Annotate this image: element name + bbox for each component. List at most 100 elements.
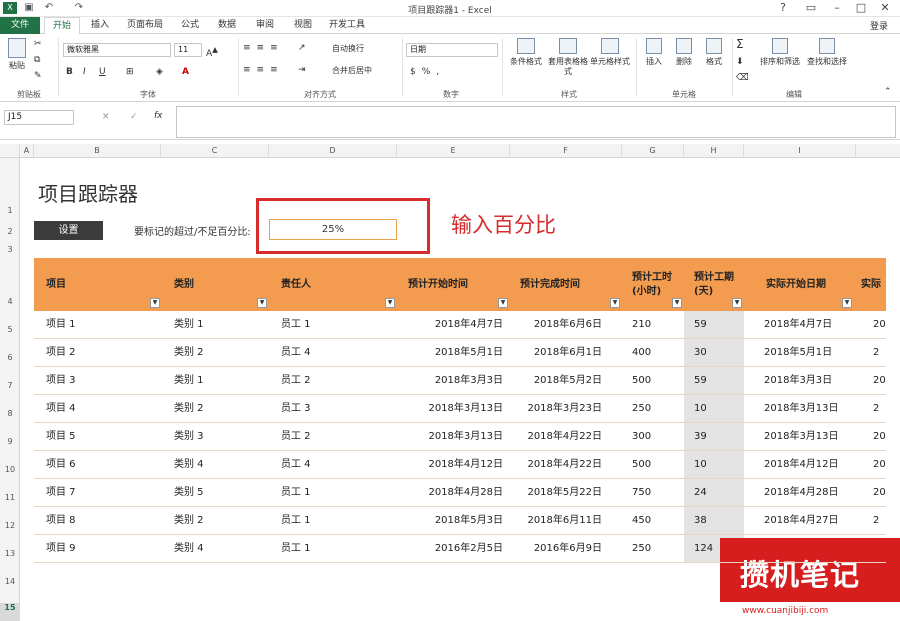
merge-center-button[interactable]: 合并后居中 xyxy=(332,66,372,76)
table-cell[interactable]: 2016年6月9日 xyxy=(502,535,602,563)
table-cell[interactable]: 2018年6月1日 xyxy=(502,339,602,367)
fill-icon[interactable]: ⬇ xyxy=(736,56,744,68)
table-cell[interactable]: 250 xyxy=(632,535,651,563)
row-header[interactable]: 13 xyxy=(0,549,20,558)
row-header[interactable]: 12 xyxy=(0,521,20,530)
wrap-text-button[interactable]: 自动换行 xyxy=(332,44,364,54)
filter-dropdown-icon[interactable]: ▼ xyxy=(257,298,267,308)
table-cell[interactable]: 2018年4月7日 xyxy=(403,311,503,339)
table-cell[interactable]: 员工 2 xyxy=(281,367,311,395)
table-cell[interactable]: 员工 1 xyxy=(281,479,311,507)
tab-data[interactable]: 数据 xyxy=(210,17,244,34)
table-cell[interactable]: 20 xyxy=(873,367,886,395)
vertical-align-icons[interactable]: ≡≡≡ xyxy=(243,42,284,54)
underline-button[interactable]: U xyxy=(99,66,106,78)
tab-developer[interactable]: 开发工具 xyxy=(324,17,370,34)
table-cell[interactable]: 59 xyxy=(694,367,707,395)
column-header-f[interactable]: F xyxy=(510,144,622,158)
close-icon[interactable]: ✕ xyxy=(872,0,898,17)
table-cell[interactable]: 类别 1 xyxy=(174,311,204,339)
table-cell[interactable]: 400 xyxy=(632,339,651,367)
column-header-d[interactable]: D xyxy=(269,144,397,158)
tab-page-layout[interactable]: 页面布局 xyxy=(120,17,170,34)
copy-icon[interactable]: ⧉ xyxy=(34,54,40,66)
name-box[interactable]: J15 xyxy=(4,110,74,125)
maximize-icon[interactable]: □ xyxy=(848,0,874,17)
filter-dropdown-icon[interactable]: ▼ xyxy=(385,298,395,308)
table-cell[interactable]: 员工 3 xyxy=(281,395,311,423)
table-cell[interactable]: 项目 6 xyxy=(46,451,76,479)
table-cell[interactable]: 2018年3月13日 xyxy=(764,423,839,451)
insert-cells-button[interactable]: 插入 xyxy=(640,38,668,67)
column-header-b[interactable]: B xyxy=(34,144,161,158)
tab-formulas[interactable]: 公式 xyxy=(174,17,206,34)
table-cell[interactable]: 2018年4月27日 xyxy=(764,507,839,535)
table-cell[interactable]: 2018年4月28日 xyxy=(764,479,839,507)
table-cell[interactable]: 2018年3月13日 xyxy=(403,395,503,423)
table-cell[interactable]: 2018年4月22日 xyxy=(502,423,602,451)
row-header[interactable]: 11 xyxy=(0,493,20,502)
table-cell[interactable]: 2 xyxy=(873,395,879,423)
table-cell[interactable]: 项目 5 xyxy=(46,423,76,451)
table-cell[interactable]: 2018年4月7日 xyxy=(764,311,832,339)
delete-cells-button[interactable]: 删除 xyxy=(670,38,698,67)
table-cell[interactable]: 2018年4月12日 xyxy=(403,451,503,479)
table-cell[interactable]: 2018年5月3日 xyxy=(403,507,503,535)
font-name-select[interactable]: 微软雅黑 xyxy=(63,43,171,57)
collapse-ribbon-icon[interactable]: ⌃ xyxy=(884,86,892,98)
table-cell[interactable]: 124 xyxy=(694,535,713,563)
cut-icon[interactable]: ✂ xyxy=(34,38,42,50)
grow-font-icon[interactable]: A▲ xyxy=(206,44,218,60)
table-cell[interactable]: 2018年6月6日 xyxy=(502,311,602,339)
tab-home[interactable]: 开始 xyxy=(44,17,80,35)
table-cell[interactable]: 项目 8 xyxy=(46,507,76,535)
row-header[interactable]: 6 xyxy=(0,353,20,362)
select-all-corner[interactable] xyxy=(0,144,20,158)
paste-button[interactable]: 粘贴 xyxy=(4,38,30,71)
column-header-c[interactable]: C xyxy=(161,144,269,158)
table-cell[interactable]: 24 xyxy=(694,479,707,507)
filter-dropdown-icon[interactable]: ▼ xyxy=(672,298,682,308)
table-cell[interactable]: 2018年4月12日 xyxy=(764,451,839,479)
conditional-format-button[interactable]: 条件格式 xyxy=(506,38,546,67)
row-header[interactable]: 4 xyxy=(0,297,20,306)
settings-button[interactable]: 设置 xyxy=(34,221,103,240)
table-cell[interactable]: 员工 4 xyxy=(281,339,311,367)
table-cell[interactable]: 类别 3 xyxy=(174,423,204,451)
ribbon-display-icon[interactable]: ▭ xyxy=(798,0,824,17)
table-cell[interactable]: 20 xyxy=(873,451,886,479)
autosum-icon[interactable]: Σ xyxy=(736,38,744,50)
table-cell[interactable]: 2018年3月3日 xyxy=(764,367,832,395)
find-select-button[interactable]: 查找和选择 xyxy=(804,38,850,67)
font-size-select[interactable]: 11 xyxy=(174,43,202,57)
table-cell[interactable]: 项目 1 xyxy=(46,311,76,339)
table-cell[interactable]: 2018年5月2日 xyxy=(502,367,602,395)
format-painter-icon[interactable]: ✎ xyxy=(34,70,42,82)
horizontal-align-icons[interactable]: ≡≡≡ xyxy=(243,64,284,76)
table-cell[interactable]: 38 xyxy=(694,507,707,535)
row-header[interactable]: 5 xyxy=(0,325,20,334)
indent-icon[interactable]: ⇥ xyxy=(298,64,306,76)
table-cell[interactable]: 30 xyxy=(694,339,707,367)
row-header-selected[interactable]: 15 xyxy=(0,603,20,621)
row-header[interactable]: 10 xyxy=(0,465,20,474)
border-icon[interactable]: ⊞ xyxy=(126,66,134,78)
table-cell[interactable]: 2 xyxy=(873,507,879,535)
number-format-select[interactable]: 日期 xyxy=(406,43,498,57)
table-cell[interactable]: 10 xyxy=(694,395,707,423)
table-cell[interactable]: 项目 2 xyxy=(46,339,76,367)
format-as-table-button[interactable]: 套用表格格式 xyxy=(546,38,590,77)
table-cell[interactable]: 750 xyxy=(632,479,651,507)
filter-dropdown-icon[interactable]: ▼ xyxy=(732,298,742,308)
table-cell[interactable]: 2018年3月13日 xyxy=(764,395,839,423)
table-cell[interactable]: 2018年5月1日 xyxy=(403,339,503,367)
column-header-g[interactable]: G xyxy=(622,144,684,158)
table-cell[interactable]: 39 xyxy=(694,423,707,451)
table-cell[interactable]: 500 xyxy=(632,451,651,479)
row-header[interactable]: 3 xyxy=(0,245,20,254)
table-cell[interactable]: 员工 1 xyxy=(281,507,311,535)
table-cell[interactable]: 2018年4月28日 xyxy=(403,479,503,507)
table-cell[interactable]: 员工 2 xyxy=(281,423,311,451)
row-header[interactable]: 1 xyxy=(0,206,20,215)
sort-filter-button[interactable]: 排序和筛选 xyxy=(758,38,802,67)
